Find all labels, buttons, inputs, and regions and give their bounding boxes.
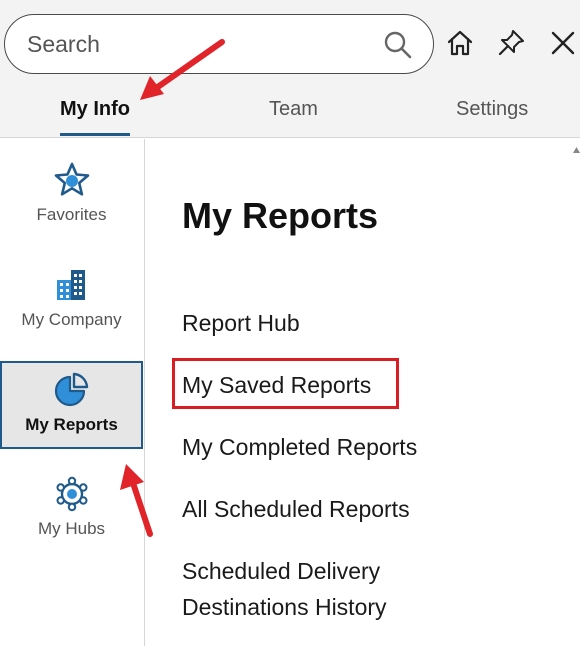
sidebar-item-label: My Company	[21, 310, 122, 329]
star-icon	[54, 162, 89, 196]
tab-my-info[interactable]: My Info	[60, 98, 130, 121]
tab-team[interactable]: Team	[269, 98, 318, 121]
active-tab-indicator	[60, 133, 130, 136]
building-icon	[56, 270, 85, 300]
sidebar-item-label: Favorites	[36, 205, 107, 224]
link-all-scheduled-reports[interactable]: All Scheduled Reports	[182, 491, 410, 527]
close-icon[interactable]	[548, 28, 578, 58]
pin-icon[interactable]	[496, 28, 526, 58]
tab-settings[interactable]: Settings	[456, 98, 528, 121]
scroll-up-icon[interactable]	[573, 146, 580, 154]
pie-chart-icon	[54, 372, 88, 407]
sidebar: Favorites My Company My Reports My Hubs	[0, 139, 145, 646]
link-report-hub[interactable]: Report Hub	[182, 305, 300, 341]
hub-icon	[56, 476, 87, 512]
sidebar-item-my-company[interactable]: My Company	[0, 266, 143, 354]
sidebar-item-favorites[interactable]: Favorites	[0, 161, 143, 249]
sidebar-item-my-reports[interactable]: My Reports	[0, 361, 143, 449]
annotation-arrow-top	[140, 39, 225, 100]
search-icon[interactable]	[383, 30, 413, 60]
top-bar: My Info Team Settings	[0, 0, 580, 138]
annotation-arrow-sidebar	[120, 464, 153, 537]
link-line-1: Scheduled Delivery	[182, 558, 381, 584]
link-line-2: Destinations History	[182, 594, 387, 620]
link-my-completed-reports[interactable]: My Completed Reports	[182, 429, 417, 465]
home-icon[interactable]	[445, 28, 475, 58]
link-scheduled-delivery-destinations-history[interactable]: Scheduled Delivery Destinations History	[182, 553, 387, 625]
page-title: My Reports	[182, 195, 379, 236]
sidebar-item-label: My Reports	[25, 415, 118, 434]
highlight-box	[172, 358, 399, 409]
